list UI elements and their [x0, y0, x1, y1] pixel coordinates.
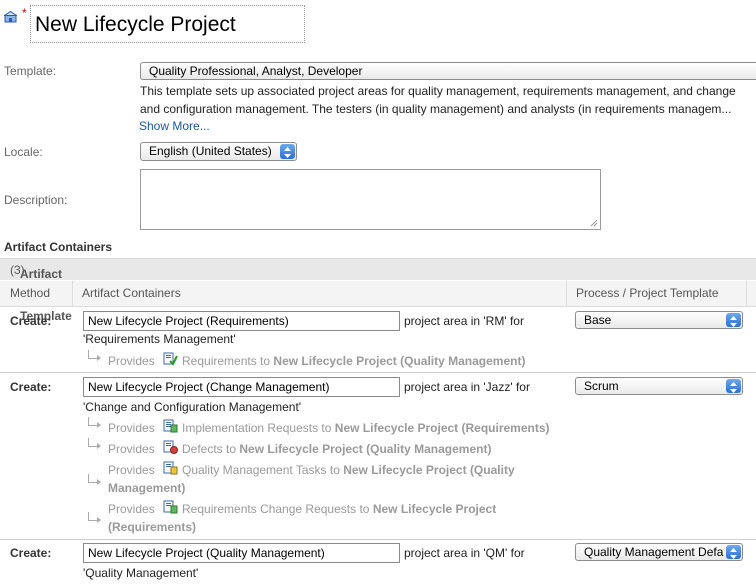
- row-3-area-text: project area in 'QM' for: [404, 546, 525, 560]
- row-2-provides-3-detail-cont: Management): [108, 481, 186, 495]
- project-name-input[interactable]: New Lifecycle Project: [30, 5, 305, 43]
- change-request-icon: [163, 500, 178, 514]
- row-2-provides-3-detail: Quality Management Tasks to New Lifecycl…: [182, 463, 515, 477]
- row-1-provides-1-detail: Requirements to New Lifecycle Project (Q…: [182, 354, 526, 368]
- locale-label: Locale:: [4, 145, 43, 159]
- row-2-provides-1-detail: Implementation Requests to New Lifecycle…: [182, 421, 550, 435]
- show-more-link[interactable]: Show More...: [139, 119, 210, 133]
- row-1-application-text: 'Requirements Management': [83, 332, 236, 346]
- row-2-provides-4: Provides: [108, 502, 155, 516]
- row-2-method: Create:: [10, 380, 52, 394]
- description-label: Description:: [4, 193, 68, 207]
- row-1-method: Create:: [10, 314, 52, 328]
- row-2-process-value: Scrum: [584, 379, 619, 393]
- description-textarea[interactable]: [140, 169, 601, 230]
- requirements-icon: [163, 352, 178, 366]
- row-3-container-name-input[interactable]: New Lifecycle Project (Quality Managemen…: [83, 543, 400, 563]
- stepper-arrows-icon: [280, 144, 295, 159]
- row-2-provides-2-detail: Defects to New Lifecycle Project (Qualit…: [182, 442, 492, 456]
- stepper-arrows-icon: [726, 313, 741, 327]
- row-3-application-text: 'Quality Management': [83, 566, 199, 580]
- template-description-line-2: and configuration management. The tester…: [140, 102, 732, 116]
- row-2-process-select[interactable]: Scrum: [575, 377, 743, 395]
- column-process-template: Process / Project Template: [576, 286, 719, 300]
- implementation-request-icon: [163, 419, 178, 433]
- row-1-process-value: Base: [584, 313, 612, 327]
- row-2-provides-4-detail: Requirements Change Requests to New Life…: [182, 502, 497, 516]
- stepper-arrows-icon: [726, 545, 741, 559]
- column-method: Method: [10, 286, 51, 300]
- row-1-provides-1: Provides: [108, 354, 155, 368]
- defect-icon: [163, 440, 178, 454]
- required-marker: *: [22, 6, 27, 20]
- artifact-containers-title: Artifact Containers: [4, 240, 113, 254]
- column-artifact-containers: Artifact Containers: [82, 286, 181, 300]
- locale-selected-value: English (United States): [149, 144, 272, 158]
- project-area-icon: [4, 11, 17, 23]
- template-description: This template sets up associated project…: [140, 82, 756, 118]
- row-2-provides-3: Provides: [108, 463, 155, 477]
- row-2-provides-2: Provides: [108, 442, 155, 456]
- row-3-process-value: Quality Management Defa: [584, 545, 724, 559]
- row-1-process-select[interactable]: Base: [575, 311, 743, 329]
- row-2-container-name-input[interactable]: New Lifecycle Project (Change Management…: [83, 377, 400, 397]
- row-2-provides-4-detail-cont: (Requirements): [108, 520, 197, 534]
- template-selected-value: Quality Professional, Analyst, Developer: [149, 64, 363, 78]
- row-divider: [0, 539, 756, 540]
- locale-select[interactable]: English (United States): [140, 142, 297, 161]
- artifact-containers-subheader: Artifact Containers for Template (3): [0, 258, 756, 323]
- resize-grip-icon[interactable]: [590, 219, 598, 227]
- row-1-area-text: project area in 'RM' for: [404, 314, 524, 328]
- row-1-container-name-input[interactable]: New Lifecycle Project (Requirements): [83, 311, 400, 331]
- row-3-method: Create:: [10, 546, 52, 560]
- qm-task-icon: [163, 461, 178, 475]
- row-divider: [0, 372, 756, 373]
- template-label: Template:: [4, 64, 57, 78]
- table-header: Method Artifact Containers Process / Pro…: [0, 281, 756, 307]
- template-description-line-1: This template sets up associated project…: [140, 84, 736, 98]
- row-3-process-select[interactable]: Quality Management Defa: [575, 543, 743, 561]
- row-2-area-text: project area in 'Jazz' for: [404, 380, 530, 394]
- stepper-arrows-icon: [726, 379, 741, 393]
- template-select[interactable]: Quality Professional, Analyst, Developer: [140, 62, 756, 80]
- row-2-provides-1: Provides: [108, 421, 155, 435]
- row-2-application-text: 'Change and Configuration Management': [83, 400, 302, 414]
